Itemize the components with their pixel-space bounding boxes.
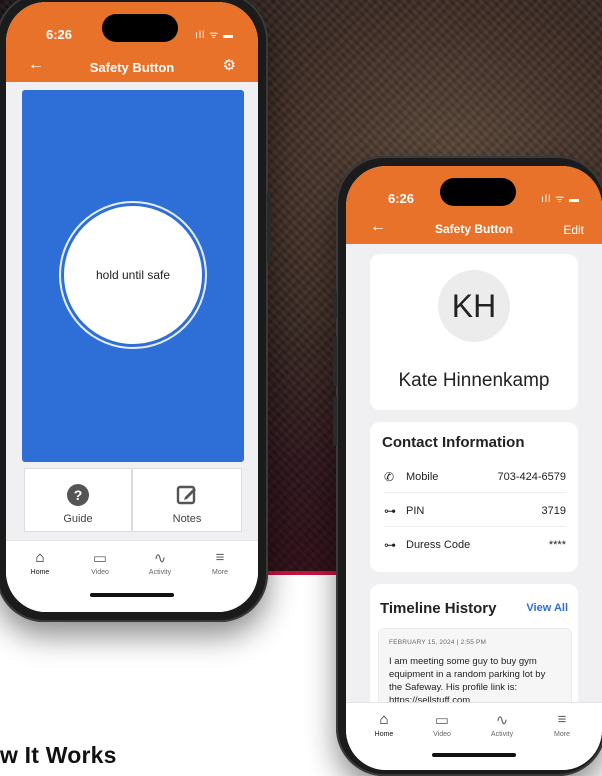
safety-button-panel: hold until safe xyxy=(22,90,244,462)
dynamic-island xyxy=(102,14,178,42)
status-icons: ıll ᯤ ▬ xyxy=(541,194,580,205)
tab-label: Activity xyxy=(148,569,172,576)
tab-label: Home xyxy=(30,569,50,576)
section-heading: w It Works xyxy=(0,742,117,768)
dynamic-island xyxy=(440,178,516,206)
svg-text:?: ? xyxy=(74,487,83,503)
tab-more[interactable]: ≡ More xyxy=(190,549,250,576)
tab-video[interactable]: ▭ Video xyxy=(70,549,130,576)
divider xyxy=(384,492,566,493)
activity-icon: ∿ xyxy=(153,550,167,567)
tab-bar: ⌂ Home ▭ Video ∿ Activity ≡ More xyxy=(346,702,602,770)
side-button xyxy=(333,396,337,446)
key-icon: ⊶ xyxy=(384,504,396,518)
edit-button[interactable]: Edit xyxy=(563,223,584,237)
tab-label: More xyxy=(212,569,228,576)
row-value: 703-424-6579 xyxy=(497,471,566,483)
home-indicator xyxy=(432,753,516,757)
row-label: Duress Code xyxy=(406,539,471,551)
row-value: 3719 xyxy=(541,505,566,517)
timeline-title: Timeline History xyxy=(380,600,497,617)
home-indicator xyxy=(90,593,174,597)
phone-2: 6:26 ıll ᯤ ▬ ← Safety Button Edit KH Kat… xyxy=(333,156,602,776)
contact-row-duress[interactable]: ⊶ Duress Code **** xyxy=(384,538,566,560)
hold-label: hold until safe xyxy=(95,268,171,282)
row-label: Mobile xyxy=(406,471,439,483)
video-icon: ▭ xyxy=(434,712,450,729)
edit-icon xyxy=(176,485,196,505)
tab-activity[interactable]: ∿ Activity xyxy=(472,711,532,738)
activity-icon: ∿ xyxy=(495,712,509,729)
view-all-link[interactable]: View All xyxy=(526,602,568,614)
tab-home[interactable]: ⌂ Home xyxy=(10,549,70,576)
tab-video[interactable]: ▭ Video xyxy=(412,711,472,738)
phone-1: 6:26 ıll ᯤ ▬ ← Safety Button ⚙ hold unti… xyxy=(0,0,271,622)
entry-date: FEBRUARY 15, 2024 | 2:55 PM xyxy=(389,639,487,646)
row-value: **** xyxy=(548,539,566,551)
contact-title: Contact Information xyxy=(382,434,525,451)
tab-label: Video xyxy=(433,731,451,738)
profile-card: KH Kate Hinnenkamp xyxy=(370,254,578,410)
tab-label: Activity xyxy=(490,731,514,738)
guide-tile[interactable]: ? Guide xyxy=(24,468,132,532)
menu-icon: ≡ xyxy=(215,549,225,566)
notes-tile[interactable]: Notes xyxy=(132,468,242,532)
tab-bar: ⌂ Home ▭ Video ∿ Activity ≡ More xyxy=(6,540,258,612)
tab-more[interactable]: ≡ More xyxy=(532,711,592,738)
divider xyxy=(384,526,566,527)
app-header: 6:26 ıll ᯤ ▬ ← Safety Button ⚙ xyxy=(6,2,258,82)
side-button xyxy=(333,336,337,386)
key-icon: ⊶ xyxy=(384,538,396,552)
gear-icon[interactable]: ⚙ xyxy=(223,56,236,74)
guide-label: Guide xyxy=(63,513,93,525)
status-time: 6:26 xyxy=(46,27,73,42)
tab-label: Home xyxy=(374,731,394,738)
contact-row-mobile[interactable]: ✆ Mobile 703-424-6579 xyxy=(384,470,566,492)
home-icon: ⌂ xyxy=(379,711,389,728)
tab-home[interactable]: ⌂ Home xyxy=(354,711,414,738)
app-header: 6:26 ıll ᯤ ▬ ← Safety Button Edit xyxy=(346,166,602,244)
status-time: 6:26 xyxy=(388,191,415,206)
tab-activity[interactable]: ∿ Activity xyxy=(130,549,190,576)
hold-until-safe-button[interactable]: hold until safe xyxy=(64,206,202,344)
entry-text: I am meeting some guy to buy gym equipme… xyxy=(389,656,546,706)
video-icon: ▭ xyxy=(92,550,108,567)
tab-label: More xyxy=(554,731,570,738)
row-label: PIN xyxy=(406,505,425,517)
contact-card: Contact Information ✆ Mobile 703-424-657… xyxy=(370,422,578,572)
page-title: Safety Button xyxy=(89,60,175,75)
timeline-card: Timeline History View All FEBRUARY 15, 2… xyxy=(370,584,578,720)
side-button xyxy=(333,291,337,319)
question-icon: ? xyxy=(67,484,89,506)
status-icons: ıll ᯤ ▬ xyxy=(195,30,234,41)
home-icon: ⌂ xyxy=(35,549,45,566)
profile-name: Kate Hinnenkamp xyxy=(398,370,550,391)
contact-row-pin[interactable]: ⊶ PIN 3719 xyxy=(384,504,566,526)
menu-icon: ≡ xyxy=(557,711,567,728)
notes-label: Notes xyxy=(172,513,202,525)
tab-label: Video xyxy=(91,569,109,576)
phone-icon: ✆ xyxy=(384,470,395,484)
phone-1-screen: 6:26 ıll ᯤ ▬ ← Safety Button ⚙ hold unti… xyxy=(6,2,258,612)
side-button xyxy=(267,192,271,262)
avatar: KH xyxy=(438,270,510,342)
phone-2-screen: 6:26 ıll ᯤ ▬ ← Safety Button Edit KH Kat… xyxy=(346,166,602,770)
